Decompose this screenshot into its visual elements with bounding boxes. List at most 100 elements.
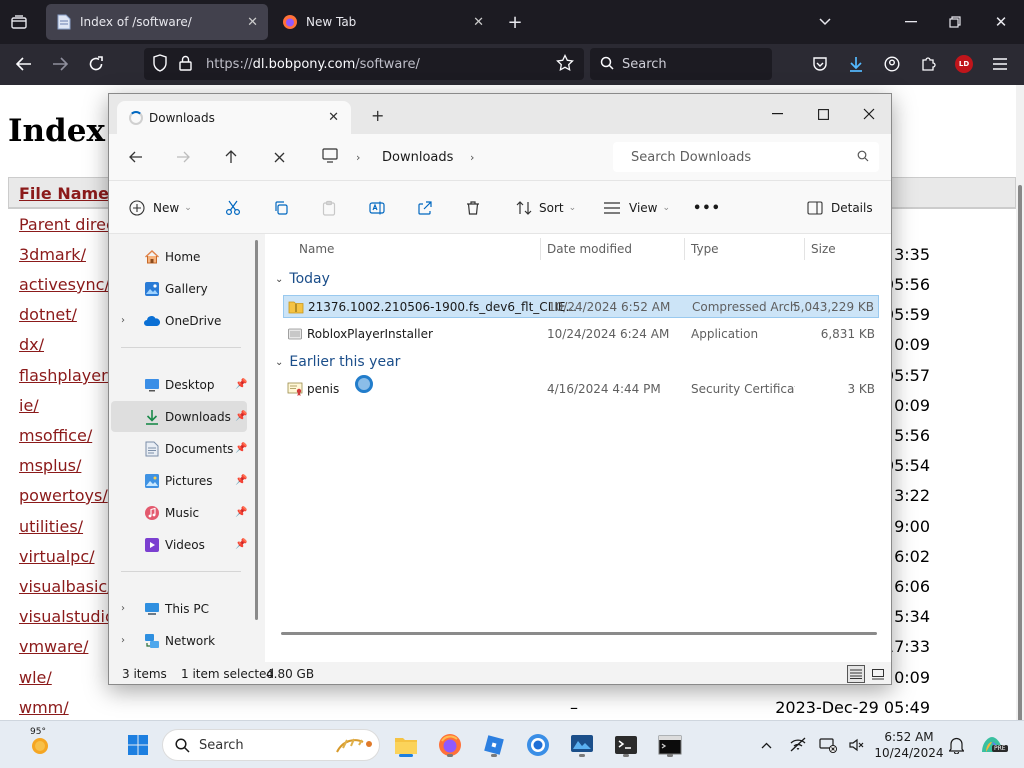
breadcrumb-chevron-icon[interactable]: › — [470, 151, 474, 164]
expand-chevron-icon[interactable]: › — [121, 315, 125, 326]
downloads-arrow-icon[interactable] — [844, 52, 868, 76]
sort-button[interactable]: Sort ⌄ — [515, 198, 576, 218]
breadcrumb-location[interactable]: Downloads — [382, 150, 453, 165]
pin-icon[interactable]: 📌 — [235, 507, 247, 518]
weather-widget[interactable]: 95° — [20, 727, 60, 759]
listing-link[interactable]: visualbasic/ — [19, 577, 113, 596]
chrome-taskbar-icon[interactable] — [524, 731, 552, 759]
listing-link-parent[interactable]: Parent direc — [19, 215, 115, 234]
list-all-tabs-chevron-icon[interactable] — [814, 12, 836, 32]
nav-item-this-pc[interactable]: › This PC — [111, 593, 247, 624]
new-button[interactable]: New ⌄ — [129, 198, 192, 218]
file-explorer-taskbar-icon[interactable] — [392, 731, 420, 759]
column-divider[interactable] — [804, 238, 805, 260]
roblox-taskbar-icon[interactable] — [480, 731, 508, 759]
close-window-icon[interactable] — [849, 100, 889, 128]
column-divider[interactable] — [684, 238, 685, 260]
browser-tab-newtab[interactable]: New Tab ✕ — [272, 4, 494, 40]
pin-icon[interactable]: 📌 — [235, 411, 247, 422]
listing-link[interactable]: dx/ — [19, 335, 44, 354]
extension-badge-icon[interactable]: LD — [952, 52, 976, 76]
browser-tab-index[interactable]: Index of /software/ ✕ — [46, 4, 268, 40]
tiles-view-icon[interactable] — [869, 665, 887, 683]
details-pane-button[interactable]: Details — [807, 198, 873, 218]
delete-trash-icon[interactable] — [465, 198, 481, 218]
listing-link[interactable]: dotnet/ — [19, 305, 77, 324]
listing-link[interactable]: wmm/ — [19, 698, 69, 717]
browser-search-bar[interactable]: Search — [590, 48, 772, 80]
restore-icon[interactable] — [944, 12, 966, 32]
start-windows-icon[interactable] — [124, 731, 152, 759]
new-tab-plus-icon[interactable]: + — [371, 106, 384, 125]
nav-item-pictures[interactable]: Pictures 📌 — [111, 465, 247, 496]
pin-icon[interactable]: 📌 — [235, 475, 247, 486]
nav-item-gallery[interactable]: Gallery — [111, 273, 247, 304]
extensions-puzzle-icon[interactable] — [916, 52, 940, 76]
details-view-icon[interactable] — [847, 665, 865, 683]
hamburger-menu-icon[interactable] — [988, 52, 1012, 76]
nav-pane-scrollbar[interactable] — [255, 240, 258, 620]
paste-icon[interactable] — [321, 198, 337, 218]
command-prompt-taskbar-icon[interactable] — [656, 731, 684, 759]
column-divider[interactable] — [540, 238, 541, 260]
terminal-taskbar-icon[interactable] — [612, 731, 640, 759]
column-header-file-name[interactable]: File Name — [19, 184, 109, 203]
reload-icon[interactable] — [84, 52, 108, 76]
taskbar-search-box[interactable]: Search — [162, 729, 380, 761]
group-header-earlier-this-year[interactable]: ⌄ Earlier this year — [275, 354, 400, 370]
lock-icon[interactable] — [179, 55, 192, 74]
copilot-icon[interactable]: PRE — [978, 731, 1008, 759]
close-tab-icon[interactable]: ✕ — [247, 15, 258, 30]
file-row[interactable]: 21376.1002.210506-1900.fs_dev6_flt_CLIE.… — [283, 295, 879, 318]
listing-link[interactable]: powertoys/ — [19, 486, 108, 505]
listing-link[interactable]: vmware/ — [19, 637, 88, 656]
cut-scissors-icon[interactable] — [225, 198, 241, 218]
back-arrow-icon[interactable] — [12, 52, 36, 76]
listing-link[interactable]: 3dmark/ — [19, 245, 86, 264]
back-arrow-icon[interactable] — [125, 147, 147, 167]
listing-link[interactable]: msoffice/ — [19, 426, 92, 445]
view-button[interactable]: View ⌄ — [603, 198, 670, 218]
nav-item-network[interactable]: › Network — [111, 625, 247, 656]
bookmark-star-icon[interactable] — [556, 53, 574, 75]
pin-icon[interactable]: 📌 — [235, 379, 247, 390]
expand-chevron-icon[interactable]: › — [121, 603, 125, 614]
show-hidden-icons-chevron-icon[interactable] — [756, 735, 776, 755]
notification-bell-icon[interactable] — [946, 735, 966, 755]
listing-link[interactable]: visualstudio — [19, 607, 115, 626]
monitor-app-taskbar-icon[interactable] — [568, 731, 596, 759]
forward-arrow-icon[interactable] — [48, 52, 72, 76]
listing-link[interactable]: utilities/ — [19, 517, 83, 536]
forward-arrow-icon[interactable] — [172, 147, 194, 167]
close-tab-icon[interactable]: ✕ — [328, 110, 339, 125]
nav-item-videos[interactable]: Videos 📌 — [111, 529, 247, 560]
display-icon[interactable] — [818, 735, 838, 755]
maximize-icon[interactable] — [803, 100, 843, 128]
listing-link[interactable]: virtualpc/ — [19, 547, 95, 566]
minimize-icon[interactable] — [757, 100, 797, 128]
tracking-protection-shield-icon[interactable] — [152, 53, 168, 75]
nav-item-music[interactable]: Music 📌 — [111, 497, 247, 528]
file-row[interactable]: RobloxPlayerInstaller 10/24/2024 6:24 AM… — [283, 323, 879, 346]
account-icon[interactable] — [880, 52, 904, 76]
close-window-icon[interactable]: ✕ — [990, 12, 1012, 32]
nav-item-downloads[interactable]: Downloads 📌 — [111, 401, 247, 432]
firefox-taskbar-icon[interactable] — [436, 731, 464, 759]
column-header-name[interactable]: Name — [299, 242, 334, 256]
share-icon[interactable] — [417, 198, 433, 218]
listing-link[interactable]: wle/ — [19, 668, 52, 687]
nav-item-onedrive[interactable]: › OneDrive — [111, 305, 247, 336]
new-tab-plus-icon[interactable]: + — [504, 12, 526, 33]
listing-link[interactable]: ie/ — [19, 396, 39, 415]
column-header-type[interactable]: Type — [691, 242, 719, 256]
group-header-today[interactable]: ⌄ Today — [275, 271, 330, 287]
nav-item-desktop[interactable]: Desktop 📌 — [111, 369, 247, 400]
explorer-search-input[interactable]: Search Downloads — [613, 142, 879, 172]
expand-chevron-icon[interactable]: › — [121, 635, 125, 646]
pocket-icon[interactable] — [808, 52, 832, 76]
minimize-icon[interactable] — [900, 12, 922, 32]
breadcrumb[interactable]: › Downloads › — [316, 142, 610, 172]
volume-muted-icon[interactable] — [846, 735, 866, 755]
listing-link[interactable]: activesync/ — [19, 275, 110, 294]
listing-link[interactable]: msplus/ — [19, 456, 81, 475]
